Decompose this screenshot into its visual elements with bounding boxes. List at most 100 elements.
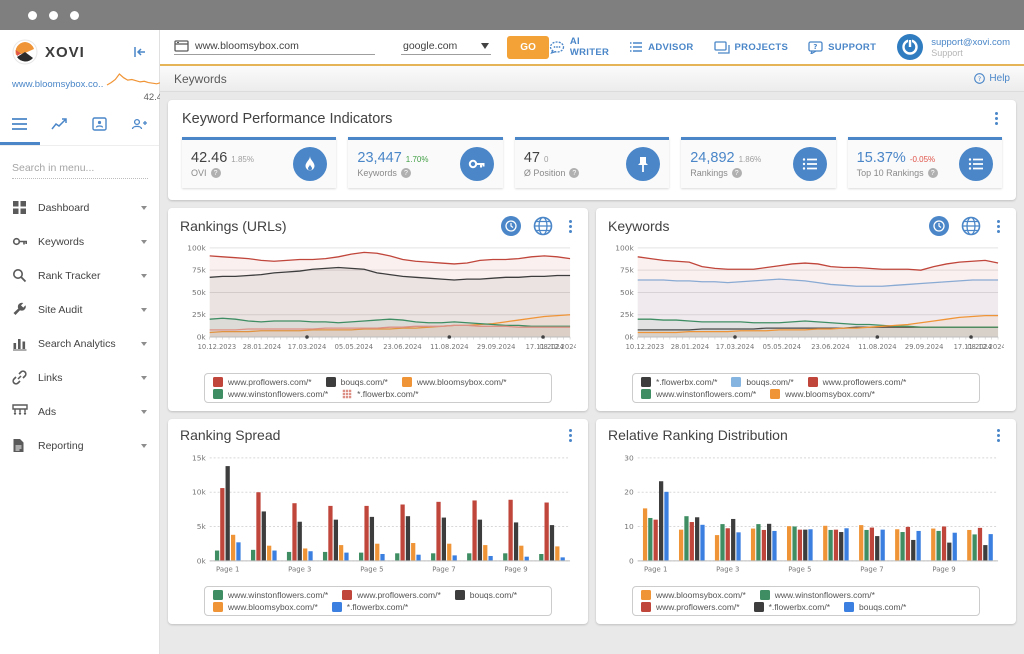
select-arrow-icon xyxy=(481,43,489,49)
browser-window-icon xyxy=(174,40,189,52)
legend-item[interactable]: www.winstonflowers.com/* xyxy=(760,590,875,600)
info-icon[interactable]: ? xyxy=(732,168,742,178)
collapse-sidebar-icon[interactable] xyxy=(133,46,147,58)
svg-text:0: 0 xyxy=(629,556,634,565)
sidebar-item-dashboard[interactable]: Dashboard xyxy=(0,191,159,225)
svg-text:50k: 50k xyxy=(192,288,206,297)
window-control-dot[interactable] xyxy=(49,11,58,20)
legend-item[interactable]: www.proflowers.com/* xyxy=(342,590,441,600)
tab-users[interactable] xyxy=(119,109,159,145)
site-audit-wrench-icon xyxy=(12,302,28,318)
tab-contact-card[interactable] xyxy=(80,109,120,145)
nav-item-advisor[interactable]: ADVISOR xyxy=(629,41,693,53)
history-clock-icon[interactable] xyxy=(501,216,521,236)
info-icon[interactable]: ? xyxy=(211,168,221,178)
search-engine-select[interactable]: google.com xyxy=(401,40,491,55)
legend-label: www.winstonflowers.com/* xyxy=(775,590,875,600)
globe-icon[interactable] xyxy=(533,216,553,236)
legend-label: www.proflowers.com/* xyxy=(228,377,312,387)
legend-swatch xyxy=(641,590,651,600)
legend-item[interactable]: www.proflowers.com/* xyxy=(641,602,740,612)
legend-item[interactable]: www.bloomsybox.com/* xyxy=(770,389,875,399)
sidebar-item-site-audit[interactable]: Site Audit xyxy=(0,293,159,327)
legend-item[interactable]: bouqs.com/* xyxy=(326,377,388,387)
menu-search-input[interactable] xyxy=(12,158,148,179)
legend-item[interactable]: www.bloomsybox.com/* xyxy=(402,377,507,387)
legend-swatch xyxy=(770,389,780,399)
legend-item[interactable]: *.flowerbx.com/* xyxy=(342,389,418,399)
nav-item-ai-writer[interactable]: AI WRITER xyxy=(549,36,609,58)
legend-item[interactable]: bouqs.com/* xyxy=(731,377,793,387)
domain-search-input[interactable] xyxy=(195,40,375,52)
svg-text:10.12.2023: 10.12.2023 xyxy=(626,343,664,351)
legend-item[interactable]: *.flowerbx.com/* xyxy=(332,602,408,612)
info-icon[interactable]: ? xyxy=(928,168,938,178)
legend-item[interactable]: *.flowerbx.com/* xyxy=(641,377,717,387)
go-button[interactable]: GO xyxy=(507,36,549,59)
kebab-menu-icon[interactable] xyxy=(565,218,576,235)
kpi-card-keywords: 23,4471.70% Keywords? xyxy=(348,137,502,188)
kpi-delta: 1.70% xyxy=(406,155,429,164)
legend-swatch xyxy=(760,590,770,600)
kebab-menu-icon[interactable] xyxy=(993,218,1004,235)
legend-item[interactable]: *.flowerbx.com/* xyxy=(754,602,830,612)
legend-item[interactable]: bouqs.com/* xyxy=(844,602,906,612)
relative-ranking-distribution-card: Relative Ranking Distribution 0102030Pag… xyxy=(596,419,1016,625)
legend-item[interactable]: www.winstonflowers.com/* xyxy=(213,389,328,399)
sidebar-item-ads[interactable]: Ads xyxy=(0,395,159,429)
legend-item[interactable]: bouqs.com/* xyxy=(455,590,517,600)
chart-legend: *.flowerbx.com/* bouqs.com/* www.proflower… xyxy=(632,373,980,403)
svg-text:?: ? xyxy=(978,75,981,83)
tab-menu[interactable] xyxy=(0,109,40,145)
project-domain-link[interactable]: www.bloomsybox.co.. xyxy=(12,79,103,90)
sidebar-tabs xyxy=(0,109,159,146)
svg-text:11.08.2024: 11.08.2024 xyxy=(858,343,896,351)
kpi-card-rankings: 24,8921.86% Rankings? xyxy=(681,137,835,188)
account-menu[interactable]: support@xovi.com Support xyxy=(896,33,1010,61)
key-icon xyxy=(460,147,494,181)
tab-analytics[interactable] xyxy=(40,109,80,145)
legend-label: www.proflowers.com/* xyxy=(357,590,441,600)
help-link[interactable]: ? Help xyxy=(974,73,1010,84)
svg-text:25k: 25k xyxy=(620,310,634,319)
sidebar-item-search-analytics[interactable]: Search Analytics xyxy=(0,327,159,361)
legend-swatch xyxy=(641,377,651,387)
kebab-menu-icon[interactable] xyxy=(993,427,1004,444)
kebab-menu-icon[interactable] xyxy=(565,427,576,444)
dashboard-icon xyxy=(12,200,28,216)
legend-label: *.flowerbx.com/* xyxy=(769,602,830,612)
globe-icon[interactable] xyxy=(961,216,981,236)
legend-item[interactable]: www.winstonflowers.com/* xyxy=(641,389,756,399)
info-icon[interactable]: ? xyxy=(569,168,579,178)
history-clock-icon[interactable] xyxy=(929,216,949,236)
chevron-down-icon xyxy=(141,410,147,414)
legend-swatch xyxy=(808,377,818,387)
sidebar-item-links[interactable]: Links xyxy=(0,361,159,395)
kpi-card-position: 470 Ø Position? xyxy=(515,137,669,188)
legend-item[interactable]: www.bloomsybox.com/* xyxy=(641,590,746,600)
nav-item-projects[interactable]: PROJECTS xyxy=(714,41,789,54)
legend-label: bouqs.com/* xyxy=(341,377,388,387)
kpi-card-ovi: 42.461.85% OVI? xyxy=(182,137,336,188)
kebab-menu-icon[interactable] xyxy=(991,110,1002,127)
svg-text:Page 9: Page 9 xyxy=(504,565,527,573)
info-icon[interactable]: ? xyxy=(401,168,411,178)
sidebar-item-reporting[interactable]: Reporting xyxy=(0,429,159,463)
legend-swatch xyxy=(342,590,352,600)
main-content: Keyword Performance Indicators 42.461.85… xyxy=(160,92,1024,654)
sidebar-item-keywords[interactable]: Keywords xyxy=(0,225,159,259)
legend-item[interactable]: www.bloomsybox.com/* xyxy=(213,602,318,612)
nav-item-support[interactable]: ? SUPPORT xyxy=(808,41,876,54)
legend-item[interactable]: www.proflowers.com/* xyxy=(213,377,312,387)
window-control-dot[interactable] xyxy=(28,11,37,20)
svg-text:28.01.2024: 28.01.2024 xyxy=(243,343,281,351)
window-control-dot[interactable] xyxy=(70,11,79,20)
legend-item[interactable]: www.winstonflowers.com/* xyxy=(213,590,328,600)
chart-title: Ranking Spread xyxy=(180,427,280,443)
chart-legend: www.proflowers.com/* bouqs.com/* www.bloom… xyxy=(204,373,552,403)
svg-text:05.05.2024: 05.05.2024 xyxy=(763,343,801,351)
legend-label: www.bloomsybox.com/* xyxy=(656,590,746,600)
sidebar-item-rank-tracker[interactable]: Rank Tracker xyxy=(0,259,159,293)
svg-text:5k: 5k xyxy=(197,522,207,531)
legend-item[interactable]: www.proflowers.com/* xyxy=(808,377,907,387)
